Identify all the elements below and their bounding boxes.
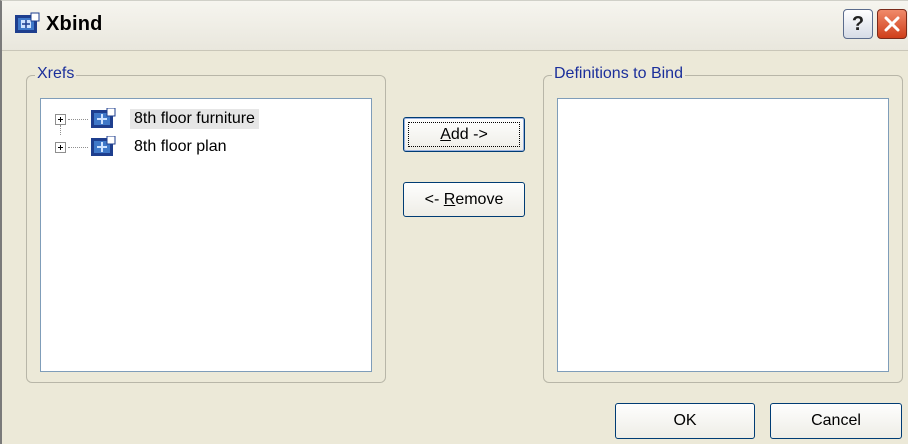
mnemonic: R <box>443 190 456 208</box>
focus-rectangle <box>408 122 520 147</box>
xbind-dialog: Xbind ? Xrefs 8th floor furniture 8th fl… <box>0 0 908 444</box>
xrefs-tree[interactable]: 8th floor furniture 8th floor plan <box>40 98 372 372</box>
dialog-title: Xbind <box>46 13 103 35</box>
help-button[interactable]: ? <box>843 9 873 39</box>
cancel-button-label: Cancel <box>811 412 861 429</box>
add-button[interactable]: Add -> <box>403 117 525 152</box>
xref-drawing-icon <box>91 136 116 156</box>
remove-button-label: <- Remove <box>425 191 504 209</box>
tree-connector <box>68 146 88 148</box>
ok-button-label: OK <box>673 412 697 429</box>
tree-item-label: 8th floor furniture <box>130 109 259 129</box>
tree-vertical-connector <box>60 125 61 135</box>
tree-item-xref[interactable]: 8th floor plan <box>55 134 231 160</box>
tree-item-xref[interactable]: 8th floor furniture <box>55 106 259 132</box>
plus-expander-icon[interactable] <box>55 113 66 125</box>
close-icon <box>884 16 900 32</box>
definitions-group-label: Definitions to Bind <box>552 65 685 83</box>
plus-expander-icon[interactable] <box>55 141 66 153</box>
cancel-button[interactable]: Cancel <box>770 403 902 439</box>
xref-drawing-icon <box>91 108 116 128</box>
definitions-list[interactable] <box>557 98 889 372</box>
ok-button[interactable]: OK <box>615 403 755 439</box>
xref-drawing-icon <box>15 12 40 33</box>
remove-button[interactable]: <- Remove <box>403 182 525 217</box>
close-button[interactable] <box>877 9 907 39</box>
xrefs-group-label: Xrefs <box>35 65 77 83</box>
tree-item-label: 8th floor plan <box>134 138 227 155</box>
title-bar: Xbind ? <box>2 1 908 51</box>
help-icon: ? <box>851 12 865 35</box>
remove-label-rest: emove <box>455 190 504 208</box>
remove-label-prefix: <- <box>424 190 444 208</box>
tree-connector <box>68 118 88 120</box>
